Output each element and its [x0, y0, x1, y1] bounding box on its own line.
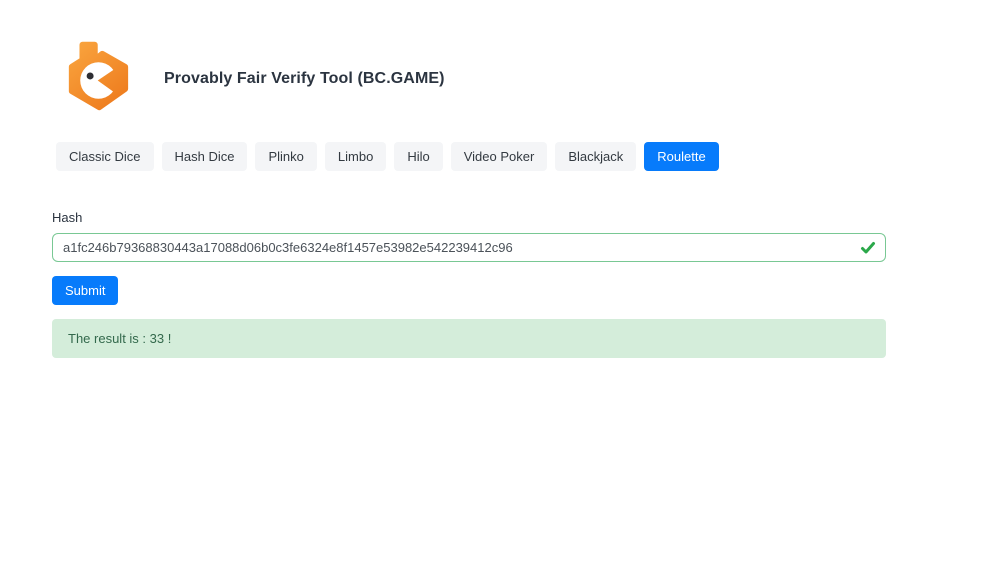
header: Provably Fair Verify Tool (BC.GAME): [52, 0, 886, 130]
page: Provably Fair Verify Tool (BC.GAME) Clas…: [0, 0, 1000, 585]
tab-hash-dice[interactable]: Hash Dice: [162, 142, 248, 171]
tab-video-poker[interactable]: Video Poker: [451, 142, 548, 171]
tab-roulette[interactable]: Roulette: [644, 142, 718, 171]
hash-label: Hash: [52, 210, 886, 225]
submit-button[interactable]: Submit: [52, 276, 118, 305]
hash-input-wrap: [52, 233, 886, 262]
page-title: Provably Fair Verify Tool (BC.GAME): [164, 70, 445, 88]
tab-limbo[interactable]: Limbo: [325, 142, 386, 171]
hash-input[interactable]: [52, 233, 886, 262]
bc-game-logo-icon: [62, 28, 138, 130]
tab-plinko[interactable]: Plinko: [255, 142, 316, 171]
game-tabs: Classic Dice Hash Dice Plinko Limbo Hilo…: [56, 142, 886, 171]
main-content: Provably Fair Verify Tool (BC.GAME) Clas…: [52, 0, 886, 358]
tab-classic-dice[interactable]: Classic Dice: [56, 142, 154, 171]
tab-blackjack[interactable]: Blackjack: [555, 142, 636, 171]
tab-hilo[interactable]: Hilo: [394, 142, 442, 171]
result-alert: The result is : 33 !: [52, 319, 886, 358]
